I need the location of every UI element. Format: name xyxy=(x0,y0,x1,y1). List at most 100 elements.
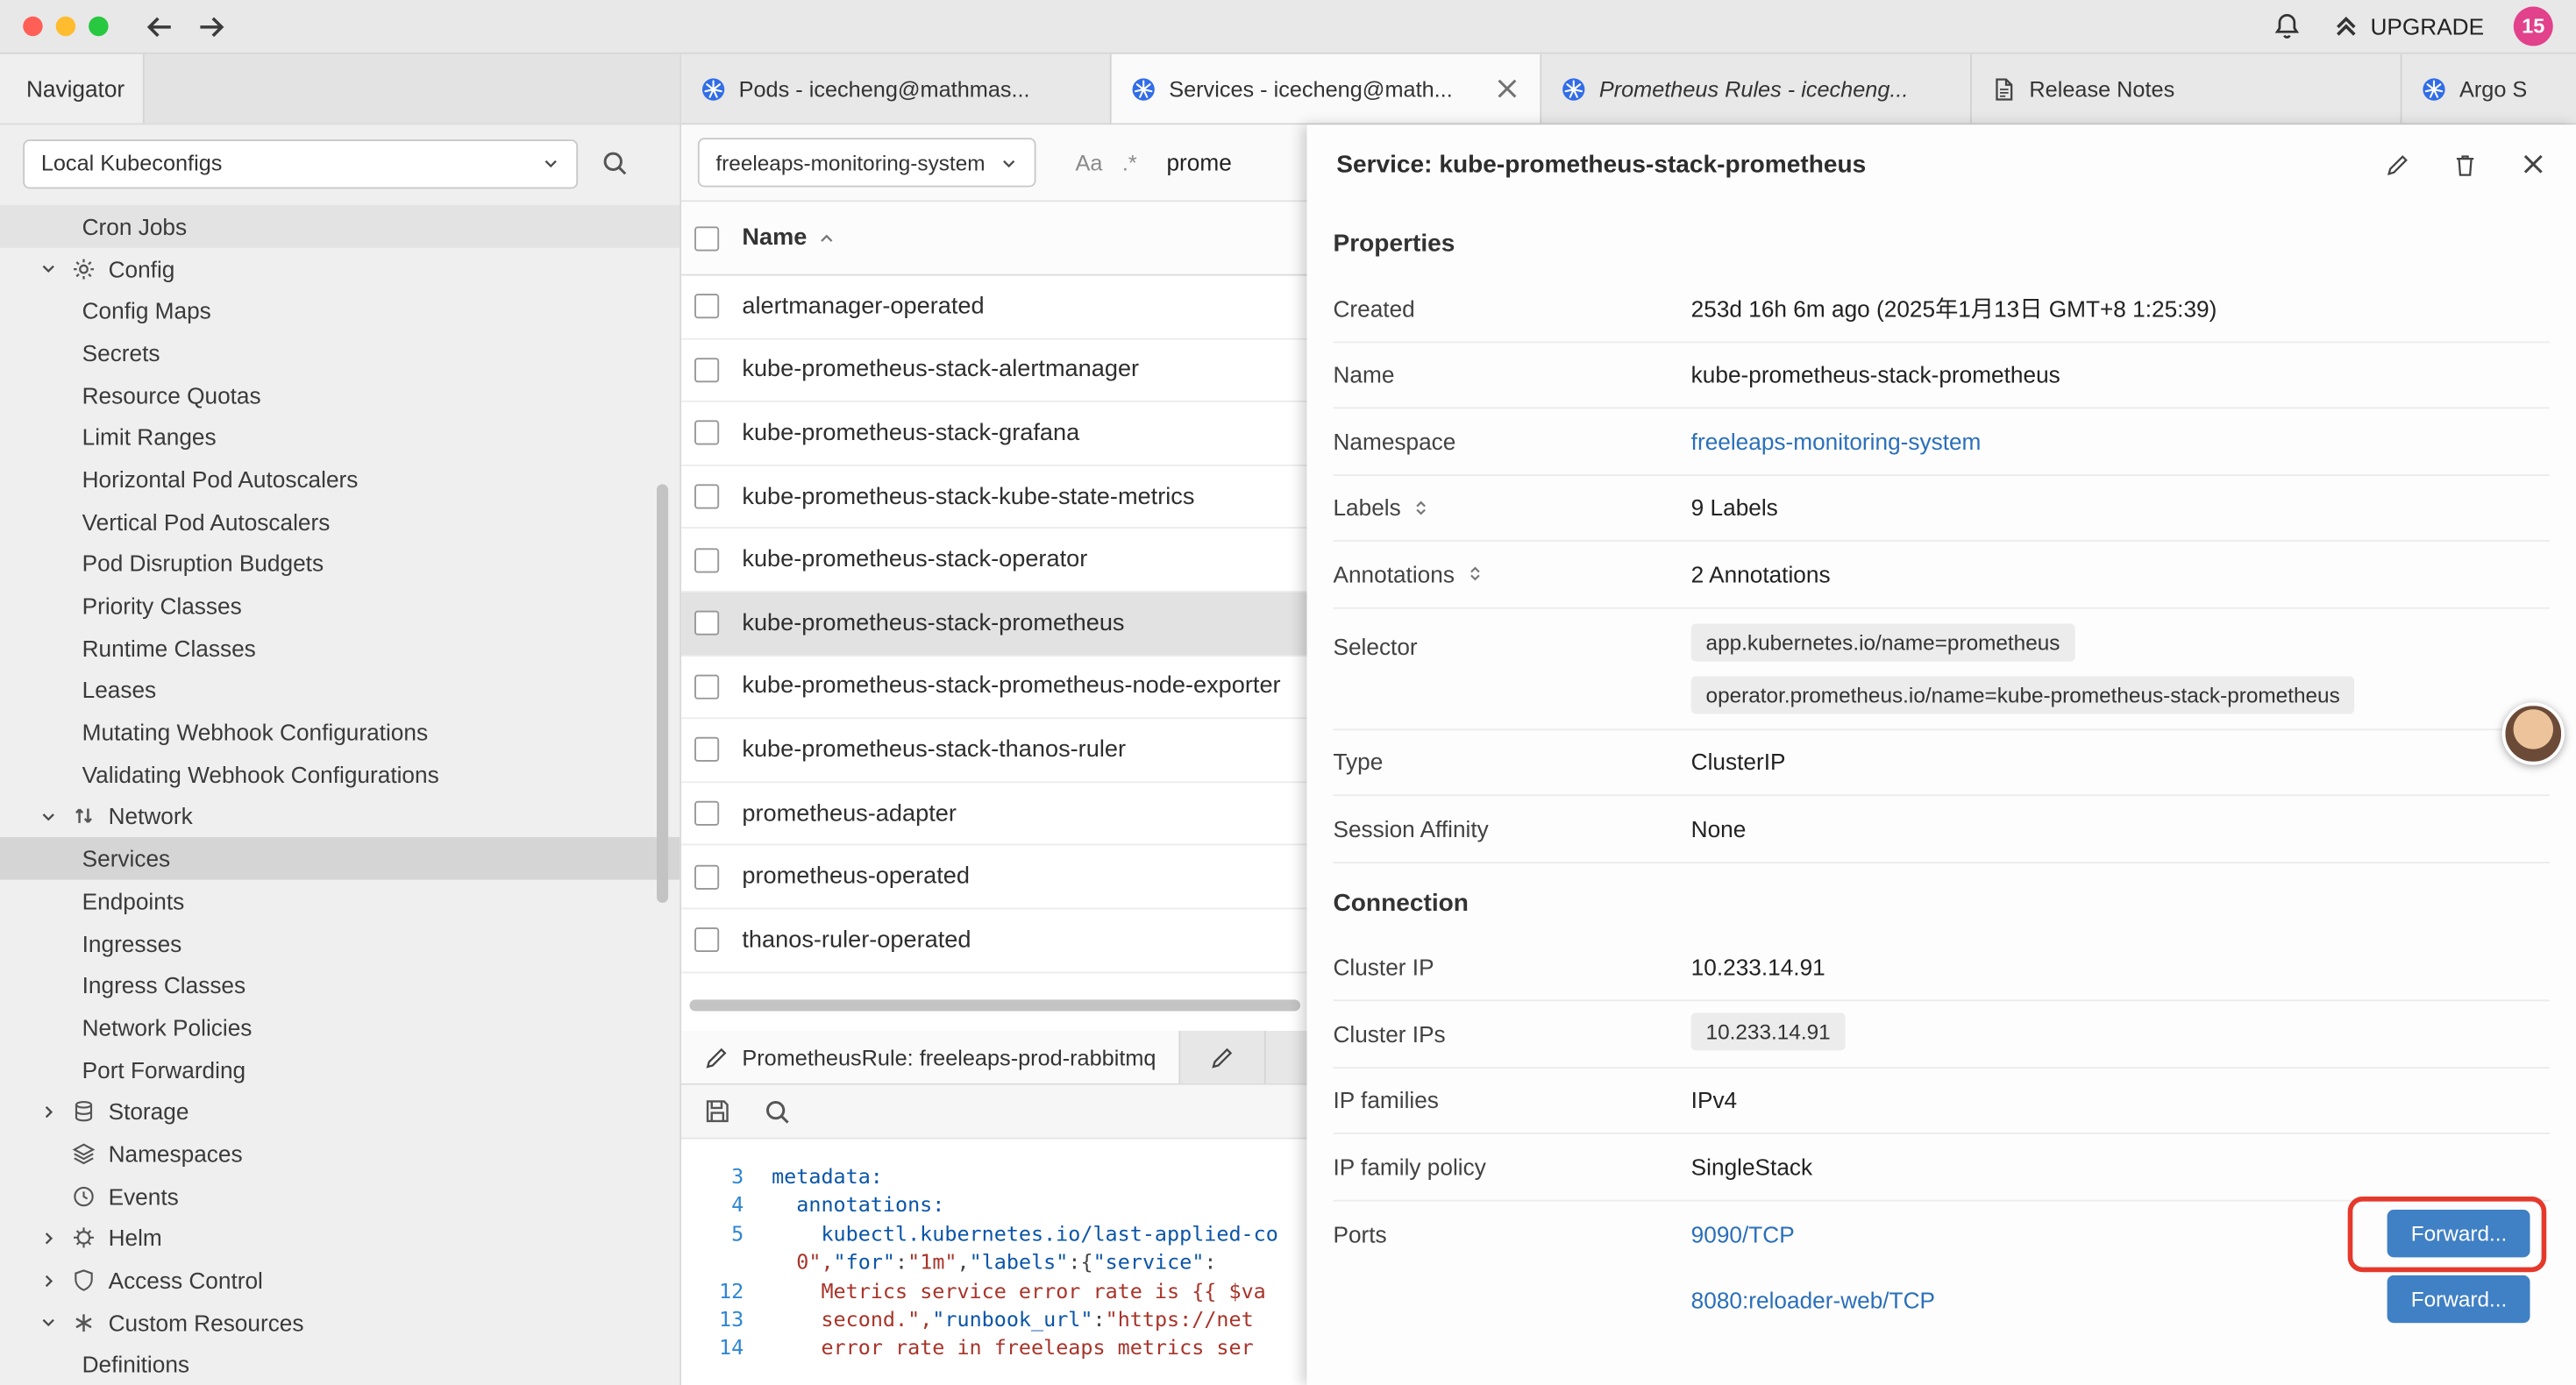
navigator-tab[interactable]: Navigator xyxy=(0,54,145,124)
editor-search-icon[interactable] xyxy=(764,1097,792,1126)
sidebar-item-leases[interactable]: Leases xyxy=(0,669,680,711)
sidebar-item-label: Custom Resources xyxy=(109,1310,304,1336)
forward-button[interactable]: Forward... xyxy=(2388,1275,2530,1323)
upgrade-button[interactable]: UPGRADE xyxy=(2331,11,2485,41)
regex-toggle[interactable]: .* xyxy=(1122,150,1137,174)
sidebar-item-label: Services xyxy=(82,846,171,872)
sidebar-item-limit-ranges[interactable]: Limit Ranges xyxy=(0,416,680,458)
tab-services-icecheng-math[interactable]: Services - icecheng@math... xyxy=(1112,54,1542,124)
sidebar-item-label: Resource Quotas xyxy=(82,382,261,408)
sidebar-item-services[interactable]: Services xyxy=(0,838,680,880)
tab-prometheus-rules-icecheng[interactable]: Prometheus Rules - icecheng... xyxy=(1541,54,1972,124)
sidebar-item-config-maps[interactable]: Config Maps xyxy=(0,289,680,331)
back-button[interactable] xyxy=(145,11,176,42)
row-checkbox[interactable] xyxy=(694,738,719,763)
row-checkbox[interactable] xyxy=(694,864,719,889)
forward-button-nav[interactable] xyxy=(196,11,227,42)
row-checkbox[interactable] xyxy=(694,548,719,572)
sidebar-item-namespaces[interactable]: Namespaces xyxy=(0,1133,680,1175)
sidebar-item-pod-disruption-budgets[interactable]: Pod Disruption Budgets xyxy=(0,543,680,585)
sidebar-item-access-control[interactable]: Access Control xyxy=(0,1260,680,1302)
line-number: 13 xyxy=(681,1305,744,1334)
line-number xyxy=(681,1247,744,1276)
row-checkbox[interactable] xyxy=(694,358,719,382)
namespace-filter[interactable]: freeleaps-monitoring-system xyxy=(698,138,1036,187)
row-checkbox[interactable] xyxy=(694,485,719,509)
sort-ascending-icon xyxy=(817,229,836,247)
sidebar-item-validating-webhook-configurations[interactable]: Validating Webhook Configurations xyxy=(0,753,680,795)
notifications-bell-icon[interactable] xyxy=(2272,11,2302,41)
section-heading-properties: Properties xyxy=(1333,203,2550,275)
sidebar-item-secrets[interactable]: Secrets xyxy=(0,331,680,373)
notification-count-badge[interactable]: 15 xyxy=(2514,6,2553,46)
row-checkbox[interactable] xyxy=(694,674,719,699)
close-tab-icon[interactable] xyxy=(1494,75,1520,102)
minimize-window-button[interactable] xyxy=(56,17,75,36)
sidebar-item-helm[interactable]: Helm xyxy=(0,1217,680,1259)
dock-tab-label: PrometheusRule: freeleaps-prod-rabbitmq xyxy=(742,1045,1156,1069)
sidebar-item-label: Port Forwarding xyxy=(82,1056,246,1083)
select-all-checkbox[interactable] xyxy=(694,225,719,250)
sidebar-item-endpoints[interactable]: Endpoints xyxy=(0,880,680,922)
sidebar-item-events[interactable]: Events xyxy=(0,1175,680,1217)
upgrade-icon xyxy=(2331,11,2361,41)
sidebar-item-port-forwarding[interactable]: Port Forwarding xyxy=(0,1048,680,1090)
tab-pods-icecheng-mathmas[interactable]: Pods - icecheng@mathmas... xyxy=(681,54,1112,124)
sidebar-item-priority-classes[interactable]: Priority Classes xyxy=(0,585,680,627)
database-icon xyxy=(72,1100,108,1123)
row-checkbox[interactable] xyxy=(694,801,719,826)
sidebar-item-resource-quotas[interactable]: Resource Quotas xyxy=(0,373,680,416)
sidebar-item-mutating-webhook-configurations[interactable]: Mutating Webhook Configurations xyxy=(0,711,680,753)
kubeconfig-selector[interactable]: Local Kubeconfigs xyxy=(23,138,578,188)
forward-button[interactable]: Forward... xyxy=(2388,1210,2530,1257)
close-window-button[interactable] xyxy=(23,17,42,36)
dock-tab-partial[interactable] xyxy=(1181,1031,1266,1083)
zoom-window-button[interactable] xyxy=(89,17,108,36)
port-link[interactable]: 9090/TCP xyxy=(1691,1220,1795,1246)
sidebar-item-storage[interactable]: Storage xyxy=(0,1090,680,1133)
sidebar-search-icon[interactable] xyxy=(601,149,629,177)
row-value: 2 Annotations xyxy=(1691,561,2550,587)
line-number: 4 xyxy=(681,1190,744,1219)
sidebar-item-config[interactable]: Config xyxy=(0,247,680,289)
delete-button[interactable] xyxy=(2453,152,2478,176)
port-link[interactable]: 8080:reloader-web/TCP xyxy=(1691,1286,1935,1312)
sidebar-item-network[interactable]: Network xyxy=(0,795,680,837)
value-badge: 10.233.14.91 xyxy=(1691,1012,1846,1050)
sidebar-item-cron-jobs[interactable]: Cron Jobs xyxy=(0,205,680,247)
detail-row-type: TypeClusterIP xyxy=(1333,729,2550,796)
name-column-header[interactable]: Name xyxy=(742,225,807,252)
expand-icon[interactable] xyxy=(1466,565,1484,584)
horizontal-scrollbar[interactable] xyxy=(689,999,1300,1011)
namespace-link[interactable]: freeleaps-monitoring-system xyxy=(1691,428,1982,454)
code-text: Metrics service error rate is {{ $va xyxy=(772,1276,1266,1305)
sidebar-item-label: Definitions xyxy=(82,1352,189,1378)
dock-tab-prometheusrule[interactable]: PrometheusRule: freeleaps-prod-rabbitmq xyxy=(681,1031,1180,1083)
sidebar-item-network-policies[interactable]: Network Policies xyxy=(0,1006,680,1048)
save-icon[interactable] xyxy=(704,1098,730,1125)
row-checkbox[interactable] xyxy=(694,421,719,445)
edit-button[interactable] xyxy=(2386,152,2410,176)
sidebar-item-horizontal-pod-autoscalers[interactable]: Horizontal Pod Autoscalers xyxy=(0,458,680,501)
sidebar-item-definitions[interactable]: Definitions xyxy=(0,1344,680,1385)
tab-argo-s[interactable]: Argo S xyxy=(2402,54,2575,124)
titlebar-right: UPGRADE 15 xyxy=(2272,6,2553,46)
row-label: Ports xyxy=(1333,1201,1690,1246)
sidebar-item-runtime-classes[interactable]: Runtime Classes xyxy=(0,627,680,669)
close-panel-button[interactable] xyxy=(2520,151,2546,177)
expand-icon[interactable] xyxy=(1413,499,1431,517)
sidebar-scrollbar[interactable] xyxy=(657,484,668,902)
sidebar-item-vertical-pod-autoscalers[interactable]: Vertical Pod Autoscalers xyxy=(0,501,680,543)
row-checkbox[interactable] xyxy=(694,927,719,952)
match-case-toggle[interactable]: Aa xyxy=(1075,150,1102,174)
sidebar-item-ingresses[interactable]: Ingresses xyxy=(0,922,680,964)
sidebar-item-label: Network xyxy=(109,804,193,830)
navigator-sidebar: Navigator Local Kubeconfigs Cron JobsCon… xyxy=(0,54,681,1385)
sidebar-item-custom-resources[interactable]: Custom Resources xyxy=(0,1302,680,1344)
sidebar-item-ingress-classes[interactable]: Ingress Classes xyxy=(0,964,680,1006)
row-checkbox[interactable] xyxy=(694,611,719,636)
row-checkbox[interactable] xyxy=(694,295,719,319)
search-input[interactable]: Aa .* prome xyxy=(1075,149,1231,175)
tab-release-notes[interactable]: Release Notes xyxy=(1972,54,2402,124)
sidebar-item-label: Events xyxy=(109,1183,179,1209)
